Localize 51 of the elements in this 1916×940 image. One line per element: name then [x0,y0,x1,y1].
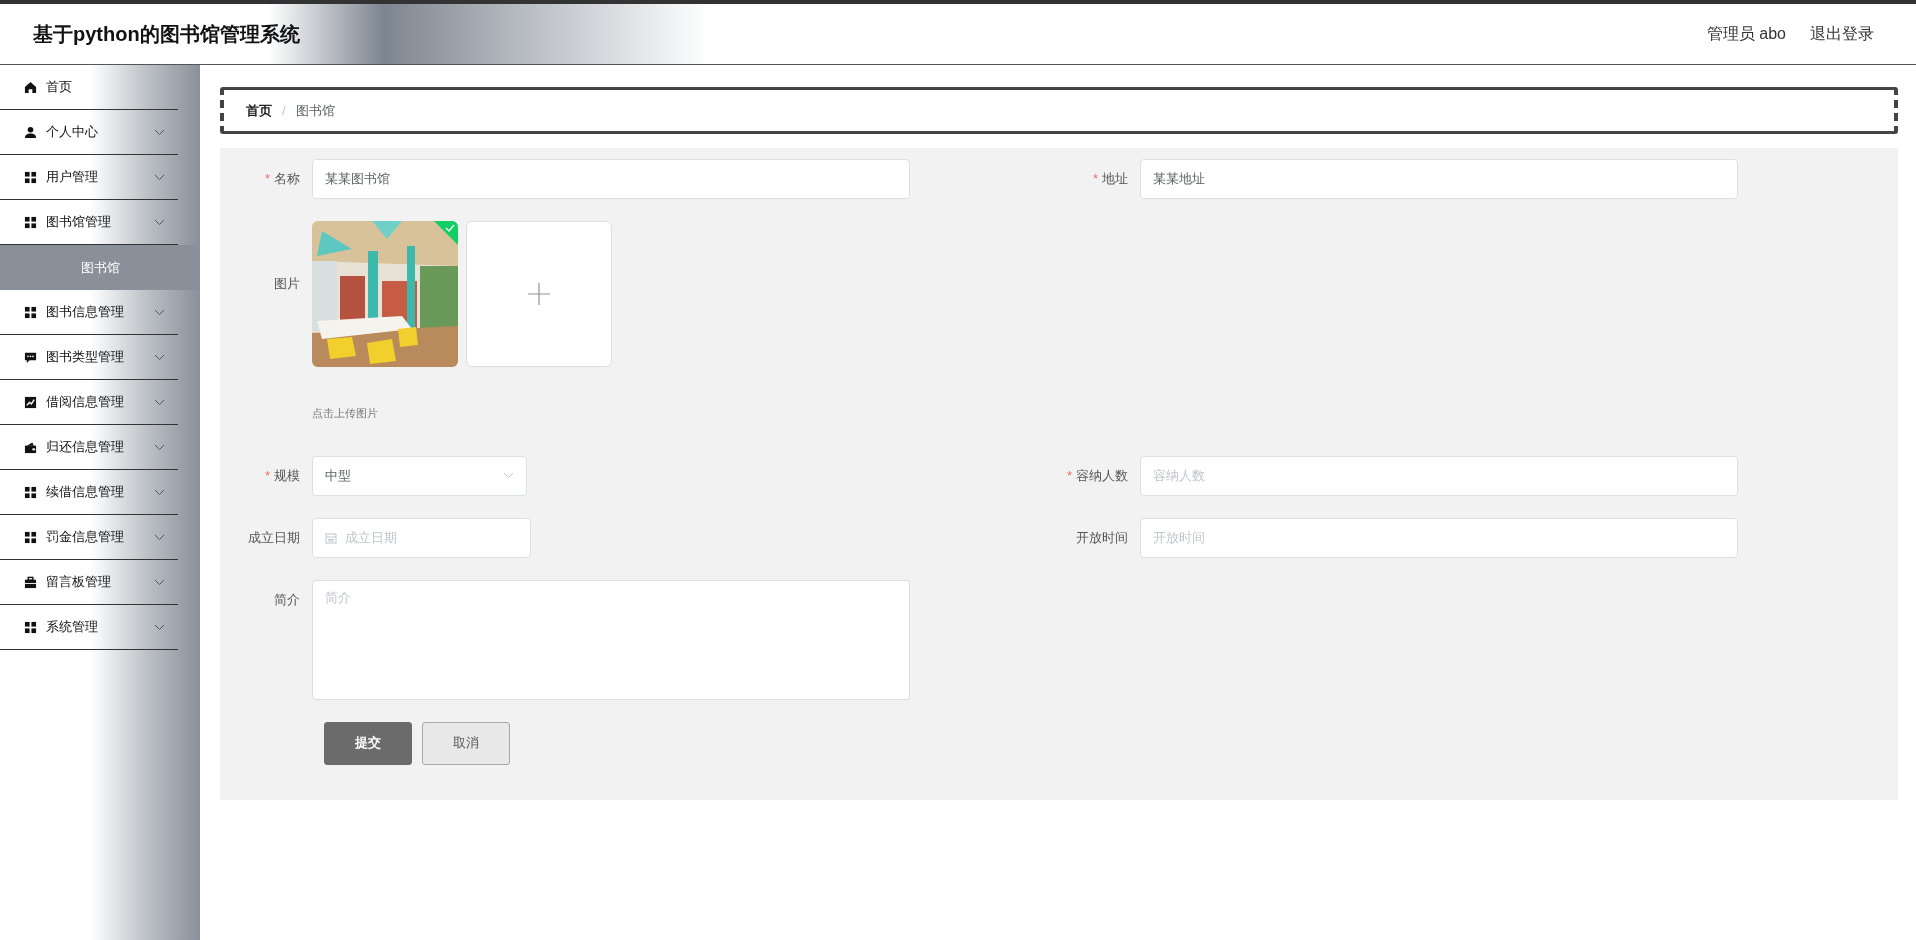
sidebar-item[interactable]: 归还信息管理 [0,425,178,470]
chevron-down-icon [503,472,514,479]
required-asterisk: * [264,466,270,485]
grid-icon [24,215,37,229]
upload-button[interactable] [466,221,612,367]
field-label: 名称 [274,170,300,188]
field-label: 成立日期 [248,528,300,547]
chart-icon [24,395,37,409]
upload-hint: 点击上传图片 [312,406,379,421]
sidebar-item[interactable]: 用户管理 [0,155,178,200]
grid-icon [24,620,37,634]
sidebar-item[interactable]: 图书信息管理 [0,290,178,335]
cancel-button[interactable]: 取消 [422,721,510,765]
grid-icon [24,305,37,319]
field-label: 简介 [274,590,300,609]
sidebar-item[interactable]: 续借信息管理 [0,470,178,515]
field-label: 图片 [274,275,300,293]
breadcrumb-link[interactable]: 图书馆 [295,100,335,121]
field-label: 容纳人数 [1076,466,1128,485]
sidebar-item[interactable]: 图书类型管理 [0,335,178,380]
grid-icon [24,485,37,499]
field-label: 地址 [1102,170,1128,188]
select-field[interactable]: 中型 [312,455,527,496]
plus-icon [527,282,551,306]
logout-link[interactable]: 退出登录 [1810,22,1874,46]
sidebar-item[interactable]: 系统管理 [0,605,178,650]
calendar-icon [325,531,337,544]
user-icon [24,125,37,139]
breadcrumb-separator: / [282,101,286,120]
sidebar-item[interactable]: 个人中心 [0,110,178,155]
text-field[interactable]: 某某图书馆 [312,159,910,199]
field-label: 规模 [274,466,300,485]
required-asterisk: * [1092,170,1098,188]
grid-icon [24,530,37,544]
field-label: 开放时间 [1076,528,1128,547]
sidebar-item[interactable]: 留言板管理 [0,560,178,605]
breadcrumb-link[interactable]: 首页 [246,100,272,121]
chat-icon [24,350,37,364]
sidebar-item[interactable]: 罚金信息管理 [0,515,178,560]
text-field[interactable]: 某某地址 [1140,159,1738,199]
sidebar-item[interactable]: 借阅信息管理 [0,380,178,425]
required-asterisk: * [1066,466,1072,485]
sidebar-item[interactable]: 首页 [0,65,178,110]
user-name: 管理员 abo [1706,24,1786,44]
wallet-icon [24,440,37,454]
submit-button[interactable]: 提交 [324,721,412,765]
grid-icon [24,170,37,184]
required-asterisk: * [264,170,270,188]
briefcase-icon [24,575,37,589]
home-icon [24,80,37,94]
app-title: 基于python的图书馆管理系统 [32,22,300,47]
